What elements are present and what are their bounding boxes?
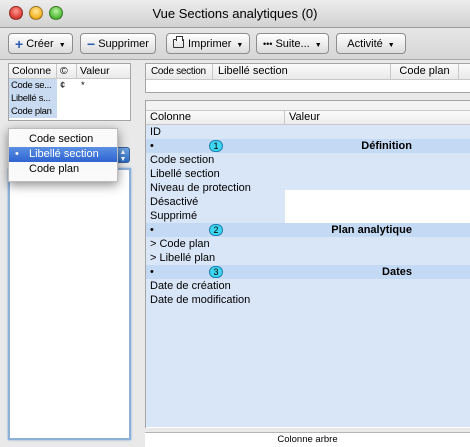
activity-button[interactable]: Activité ▼ — [336, 33, 406, 54]
menu-item-code-plan[interactable]: Code plan — [9, 162, 117, 177]
row-label: > Libellé plan — [150, 252, 216, 264]
delete-button[interactable]: − Supprimer — [80, 33, 156, 54]
row-label: Date de modification — [150, 294, 251, 306]
group-number-badge: 1 — [209, 140, 223, 152]
sort-menu: Code section • Libellé section Code plan — [8, 128, 118, 182]
sort-popup-button[interactable]: ▲ ▼ — [116, 147, 130, 163]
detail-table-top-bar — [146, 101, 470, 111]
detail-row[interactable]: > Libellé plan — [146, 251, 470, 265]
title-bar: Vue Sections analytiques (0) — [0, 0, 470, 28]
filter-row-column: Libellé s... — [9, 92, 57, 105]
detail-row[interactable]: Date de création — [146, 279, 470, 293]
detail-row[interactable]: Libellé section — [146, 167, 470, 181]
minus-icon: − — [87, 35, 96, 52]
detail-table-empty-area — [146, 300, 470, 427]
filter-table: Colonne © Valeur Code se... ¢ * Libellé … — [8, 63, 131, 121]
filter-row-value[interactable] — [77, 105, 81, 118]
column-header-code-section[interactable]: Code section — [146, 64, 213, 79]
delete-button-label: Supprimer — [98, 37, 149, 50]
filter-row-column: Code se... — [9, 79, 57, 92]
row-label: Désactivé — [150, 196, 199, 208]
detail-header-colonne[interactable]: Colonne — [146, 111, 285, 124]
filter-row-operator[interactable] — [57, 105, 77, 118]
more-button-label: Suite... — [275, 37, 310, 50]
row-label: Niveau de protection — [150, 182, 251, 194]
printer-icon — [173, 36, 184, 48]
chevron-down-icon: ▼ — [236, 42, 244, 49]
column-header-libelle-section[interactable]: Libellé section — [213, 64, 391, 79]
row-label: ID — [150, 126, 161, 138]
chevron-down-icon: ▼ — [387, 42, 395, 49]
toolbar: + Créer ▼ − Supprimer Imprimer ▼ ••• Sui… — [0, 28, 470, 60]
detail-row[interactable]: Code section — [146, 153, 470, 167]
detail-row[interactable]: Date de modification — [146, 293, 470, 307]
detail-row[interactable]: ID — [146, 125, 470, 139]
group-bullet: • — [150, 266, 154, 278]
column-header-code-plan[interactable]: Code plan — [391, 64, 459, 79]
group-bullet: • — [150, 224, 154, 236]
detail-table: Colonne Valeur ID • 1 Définition Code se… — [145, 100, 470, 428]
detail-table-header: Colonne Valeur — [146, 111, 470, 125]
filter-table-header: Colonne © Valeur — [9, 64, 130, 79]
records-table: Code section Libellé section Code plan — [145, 63, 470, 93]
detail-table-body: ID • 1 Définition Code section Libellé s… — [146, 125, 470, 306]
chevron-up-icon: ▲ — [119, 149, 127, 156]
activity-button-label: Activité — [347, 37, 383, 50]
row-label: Libellé section — [150, 168, 220, 180]
detail-row[interactable]: Désactivé — [146, 195, 470, 209]
row-label: Supprimé — [150, 210, 198, 222]
filter-header-operator[interactable]: © — [57, 64, 77, 78]
chevron-down-icon: ▼ — [314, 42, 322, 49]
menu-item-label: Libellé section — [29, 148, 99, 160]
detail-row[interactable]: > Code plan — [146, 237, 470, 251]
detail-header-valeur[interactable]: Valeur — [285, 111, 470, 124]
tree-column-footer[interactable]: Colonne arbre — [145, 432, 470, 447]
group-row-dates[interactable]: • 3 Dates — [146, 265, 470, 279]
results-list[interactable] — [8, 168, 131, 440]
window: Vue Sections analytiques (0) + Créer ▼ −… — [0, 0, 470, 447]
chevron-down-icon: ▼ — [119, 156, 127, 163]
group-row-plan-analytique[interactable]: • 2 Plan analytique — [146, 223, 470, 237]
filter-header-column[interactable]: Colonne — [9, 64, 57, 78]
print-button-label: Imprimer — [188, 37, 232, 50]
records-table-header: Code section Libellé section Code plan — [146, 64, 470, 80]
filter-row-column: Code plan — [9, 105, 57, 118]
group-bullet: • — [150, 140, 154, 152]
group-number-badge: 2 — [209, 224, 223, 236]
column-header-filler — [459, 64, 470, 79]
detail-row[interactable]: Supprimé — [146, 209, 470, 223]
filter-row-value[interactable]: * — [77, 79, 85, 92]
row-label: Date de création — [150, 280, 231, 292]
row-label: > Code plan — [150, 238, 210, 250]
group-label: Définition — [361, 140, 412, 152]
more-button[interactable]: ••• Suite... ▼ — [256, 33, 329, 54]
detail-row[interactable]: Niveau de protection — [146, 181, 470, 195]
group-label: Dates — [382, 266, 412, 278]
filter-header-value[interactable]: Valeur — [77, 64, 130, 78]
window-title: Vue Sections analytiques (0) — [152, 6, 318, 21]
group-row-definition[interactable]: • 1 Définition — [146, 139, 470, 153]
group-label: Plan analytique — [331, 224, 412, 236]
ellipsis-icon: ••• — [263, 38, 273, 49]
filter-row[interactable]: Libellé s... — [9, 92, 130, 105]
filter-row[interactable]: Code plan — [9, 105, 130, 118]
menu-item-label: Code plan — [29, 163, 80, 175]
create-button[interactable]: + Créer ▼ — [8, 33, 73, 54]
menu-item-label: Code section — [29, 133, 94, 145]
menu-item-code-section[interactable]: Code section — [9, 132, 117, 147]
print-button[interactable]: Imprimer ▼ — [166, 33, 251, 54]
menu-item-libelle-section[interactable]: • Libellé section — [9, 147, 117, 162]
group-number-badge: 3 — [209, 266, 223, 278]
filter-row-operator[interactable] — [57, 92, 77, 105]
selected-dot-icon: • — [15, 148, 19, 160]
plus-icon: + — [15, 35, 24, 52]
filter-row-operator[interactable]: ¢ — [57, 79, 77, 92]
filter-row-value[interactable] — [77, 92, 81, 105]
filter-row[interactable]: Code se... ¢ * — [9, 79, 130, 92]
create-button-label: Créer — [26, 37, 54, 50]
row-label: Code section — [150, 154, 215, 166]
chevron-down-icon: ▼ — [58, 42, 66, 49]
